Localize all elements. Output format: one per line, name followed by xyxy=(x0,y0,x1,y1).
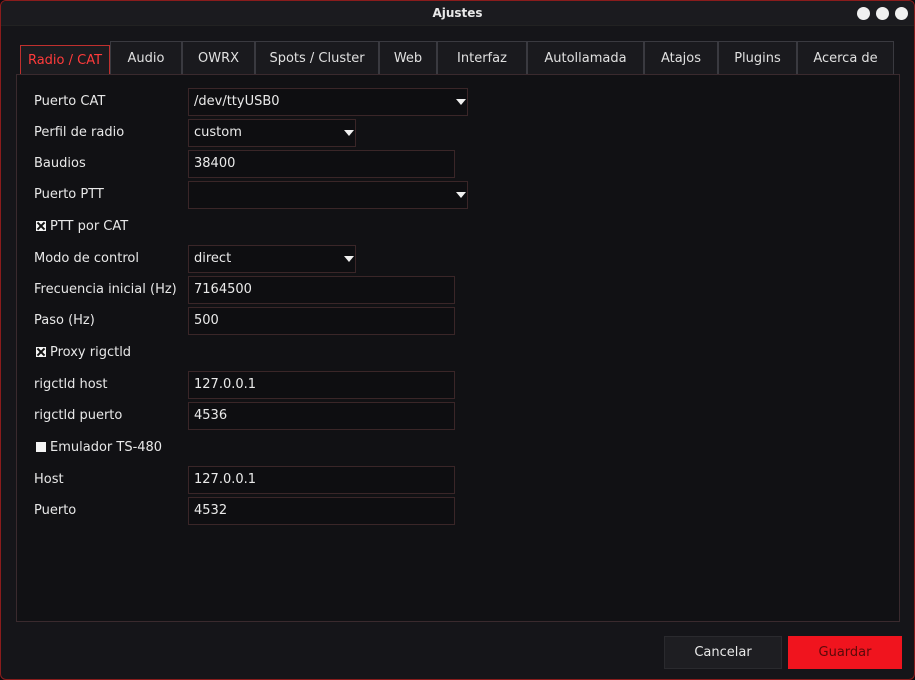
host-label: Host xyxy=(34,472,64,487)
rigctld-host-input[interactable]: 127.0.0.1 xyxy=(188,371,455,399)
save-button[interactable]: Guardar xyxy=(788,636,902,669)
tab-acerca-de[interactable]: Acerca de xyxy=(797,41,894,74)
modo-control-select[interactable]: direct xyxy=(188,245,356,273)
tab-web[interactable]: Web xyxy=(379,41,437,74)
radio-cat-panel xyxy=(16,74,900,622)
proxy-rigctld-checkbox[interactable]: Proxy rigctld xyxy=(36,345,131,360)
puerto-ptt-combobox[interactable] xyxy=(188,181,468,209)
host-input[interactable]: 127.0.0.1 xyxy=(188,466,455,494)
rigctld-puerto-label: rigctld puerto xyxy=(34,408,123,423)
checkbox-unchecked-icon xyxy=(36,442,46,452)
paso-label: Paso (Hz) xyxy=(34,313,95,328)
frecuencia-inicial-input[interactable]: 7164500 xyxy=(188,276,455,304)
tab-owrx[interactable]: OWRX xyxy=(182,41,255,74)
chevron-down-icon xyxy=(456,192,466,198)
proxy-rigctld-label: Proxy rigctld xyxy=(50,345,132,360)
puerto-label: Puerto xyxy=(34,503,77,518)
ptt-por-cat-checkbox[interactable]: PTT por CAT xyxy=(36,219,128,234)
tab-autollamada[interactable]: Autollamada xyxy=(527,41,644,74)
paso-input[interactable]: 500 xyxy=(188,307,455,335)
baudios-input[interactable]: 38400 xyxy=(188,150,455,178)
tab-atajos[interactable]: Atajos xyxy=(644,41,718,74)
baudios-label: Baudios xyxy=(34,156,86,171)
puerto-ptt-label: Puerto PTT xyxy=(34,187,104,202)
rigctld-host-label: rigctld host xyxy=(34,377,108,392)
emulador-ts480-checkbox[interactable]: Emulador TS-480 xyxy=(36,440,162,455)
close-button[interactable] xyxy=(895,7,908,20)
tab-audio[interactable]: Audio xyxy=(110,41,182,74)
modo-control-value: direct xyxy=(194,251,232,266)
puerto-cat-combobox[interactable]: /dev/ttyUSB0 xyxy=(188,88,468,116)
cancel-button[interactable]: Cancelar xyxy=(664,636,782,669)
modo-control-label: Modo de control xyxy=(34,251,139,266)
maximize-button[interactable] xyxy=(876,7,889,20)
settings-window: Ajustes Radio / CAT Audio OWRX Spots / C… xyxy=(0,0,915,680)
emulador-ts480-label: Emulador TS-480 xyxy=(50,440,163,455)
tab-spots-cluster[interactable]: Spots / Cluster xyxy=(255,41,379,74)
ptt-por-cat-label: PTT por CAT xyxy=(50,219,129,234)
puerto-cat-label: Puerto CAT xyxy=(34,94,106,109)
chevron-down-icon xyxy=(344,130,354,136)
frecuencia-inicial-label: Frecuencia inicial (Hz) xyxy=(34,282,177,297)
tab-interfaz[interactable]: Interfaz xyxy=(437,41,527,74)
minimize-button[interactable] xyxy=(857,7,870,20)
chevron-down-icon xyxy=(344,256,354,262)
tab-radio-cat[interactable]: Radio / CAT xyxy=(20,45,110,75)
puerto-input[interactable]: 4532 xyxy=(188,497,455,525)
checkbox-checked-icon xyxy=(36,221,46,231)
titlebar: Ajustes xyxy=(1,1,914,26)
rigctld-puerto-input[interactable]: 4536 xyxy=(188,402,455,430)
checkbox-checked-icon xyxy=(36,347,46,357)
perfil-radio-select[interactable]: custom xyxy=(188,119,356,147)
perfil-radio-label: Perfil de radio xyxy=(34,125,125,140)
tab-plugins[interactable]: Plugins xyxy=(718,41,797,74)
perfil-radio-value: custom xyxy=(194,125,242,140)
window-title: Ajustes xyxy=(432,6,483,20)
puerto-cat-value: /dev/ttyUSB0 xyxy=(194,94,280,109)
chevron-down-icon xyxy=(456,99,466,105)
